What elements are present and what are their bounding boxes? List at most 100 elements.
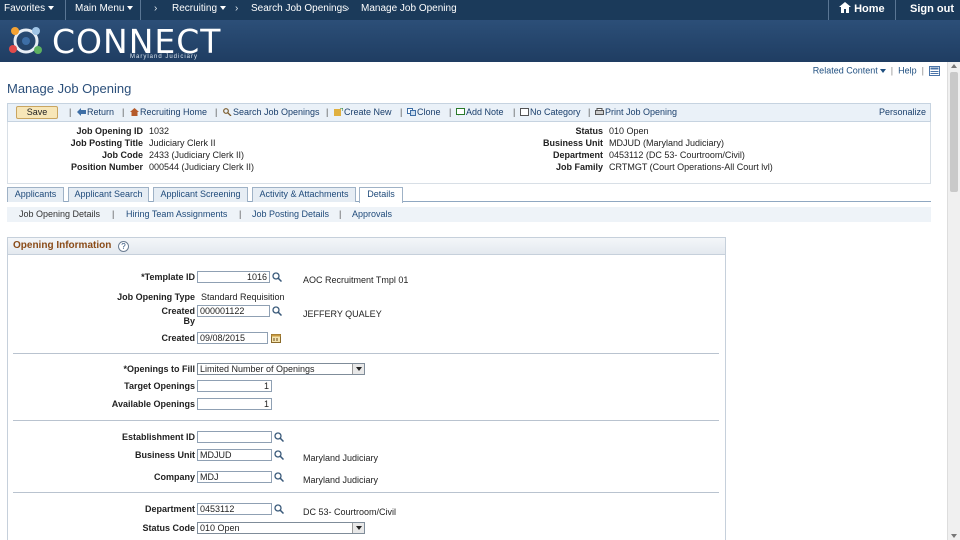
tab-details[interactable]: Details — [359, 187, 403, 203]
target-openings-input[interactable]: 1 — [197, 380, 272, 392]
establishment-id-input[interactable] — [197, 431, 272, 443]
job-posting-title-label: Job Posting Title — [70, 138, 143, 148]
business-unit-value: MDJUD (Maryland Judiciary) — [609, 138, 725, 148]
lookup-icon[interactable] — [272, 272, 282, 282]
subtab-job-posting-details[interactable]: Job Posting Details — [252, 209, 329, 219]
sub-tab-bar: Job Opening Details | Hiring Team Assign… — [7, 207, 931, 222]
sign-out-link[interactable]: Sign out — [910, 0, 954, 20]
search-job-openings-button[interactable]: Search Job Openings — [223, 107, 320, 117]
section-header: Opening Information ? — [8, 238, 725, 255]
business-unit-input[interactable]: MDJUD — [197, 449, 272, 461]
related-content-label: Related Content — [812, 65, 878, 76]
create-new-button[interactable]: Create New — [334, 107, 392, 117]
lookup-icon[interactable] — [274, 504, 284, 514]
scroll-up-icon[interactable] — [951, 64, 957, 68]
department-label: Department — [552, 150, 603, 160]
tab-applicant-screening[interactable]: Applicant Screening — [153, 187, 248, 202]
openings-to-fill-select[interactable]: Limited Number of Openings — [197, 363, 365, 375]
lookup-icon[interactable] — [274, 450, 284, 460]
created-date-input[interactable]: 09/08/2015 — [197, 332, 268, 344]
job-opening-id-label: Job Opening ID — [76, 126, 144, 136]
util-divider: | — [888, 65, 896, 76]
no-category-button[interactable]: No Category — [520, 107, 581, 117]
scroll-down-icon[interactable] — [951, 534, 957, 538]
page-title: Manage Job Opening — [7, 81, 132, 96]
toolbar-divider: | — [326, 107, 329, 117]
tab-applicants[interactable]: Applicants — [7, 187, 64, 202]
create-new-icon — [334, 108, 343, 116]
connect-logo-icon — [9, 27, 42, 54]
save-button[interactable]: Save — [16, 106, 58, 119]
available-openings-input[interactable]: 1 — [197, 398, 272, 410]
create-new-label: Create New — [344, 107, 392, 117]
main-menu[interactable]: Main Menu — [75, 0, 134, 20]
status-code-select[interactable]: 010 Open — [197, 522, 365, 534]
tab-activity-attachments[interactable]: Activity & Attachments — [252, 187, 356, 202]
subtab-hiring-team-assignments[interactable]: Hiring Team Assignments — [126, 209, 227, 219]
job-family-label: Job Family — [555, 162, 603, 172]
favorites-label: Favorites — [4, 3, 46, 14]
position-number-value: 000544 (Judiciary Clerk II) — [149, 162, 255, 172]
section-title: Opening Information — [13, 240, 112, 251]
lookup-icon[interactable] — [274, 472, 284, 482]
business-unit-label: Business Unit — [542, 138, 603, 148]
job-opening-summary: Job Opening ID 1032 Job Posting Title Ju… — [7, 122, 931, 184]
template-id-input[interactable]: 1016 — [197, 271, 270, 283]
job-posting-title-value: Judiciary Clerk II — [149, 138, 216, 148]
status-code-value: 010 Open — [200, 523, 240, 533]
recruiting-home-button[interactable]: Recruiting Home — [130, 107, 207, 117]
chevron-right-icon: › — [235, 3, 239, 14]
print-icon — [595, 108, 604, 115]
clone-label: Clone — [417, 107, 441, 117]
available-openings-label: Available Openings — [111, 399, 195, 409]
toolbar-divider: | — [588, 107, 591, 117]
return-label: Return — [87, 107, 115, 117]
scrollbar-thumb[interactable] — [950, 72, 958, 192]
return-button[interactable]: Return — [77, 107, 114, 117]
subtab-divider: | — [339, 209, 342, 219]
business-unit-description: Maryland Judiciary — [303, 453, 379, 463]
clone-button[interactable]: Clone — [407, 107, 441, 117]
subtab-job-opening-details[interactable]: Job Opening Details — [19, 209, 100, 219]
home-icon — [839, 2, 851, 13]
vertical-scrollbar[interactable] — [947, 62, 960, 540]
add-note-button[interactable]: Add Note — [456, 107, 504, 117]
template-description: AOC Recruitment Tmpl 01 — [303, 275, 409, 285]
personalize-link[interactable]: Personalize — [879, 107, 926, 117]
job-opening-type-value: Standard Requisition — [201, 292, 285, 302]
subtab-divider: | — [239, 209, 242, 219]
page-layout-icon[interactable] — [929, 65, 940, 76]
lookup-icon[interactable] — [272, 306, 282, 316]
department-field-label: Department — [144, 504, 195, 514]
help-icon[interactable]: ? — [118, 241, 129, 252]
job-opening-type-label: Job Opening Type — [117, 292, 195, 302]
toolbar-divider: | — [69, 107, 72, 117]
status-value: 010 Open — [609, 126, 649, 136]
home-link[interactable]: Home — [839, 0, 885, 20]
openings-to-fill-value: Limited Number of Openings — [200, 364, 315, 374]
util-divider: | — [919, 65, 927, 76]
logo-subtitle: Maryland Judiciary — [130, 54, 199, 60]
tab-applicant-search[interactable]: Applicant Search — [68, 187, 149, 202]
chevron-down-icon — [352, 523, 364, 533]
calendar-icon[interactable] — [271, 333, 281, 343]
created-by-label-line-2: By — [183, 316, 195, 326]
help-link[interactable]: Help — [898, 66, 917, 76]
department-description: DC 53- Courtroom/Civil — [303, 507, 397, 517]
company-input[interactable]: MDJ — [197, 471, 272, 483]
created-by-label: Created — [161, 306, 195, 316]
created-by-input[interactable]: 000001122 — [197, 305, 270, 317]
breadcrumb-manage-job-opening[interactable]: Manage Job Opening — [361, 0, 457, 20]
department-input[interactable]: 0453112 — [197, 503, 272, 515]
no-category-label: No Category — [530, 107, 581, 117]
breadcrumb-search-job-openings[interactable]: Search Job Openings — [251, 0, 347, 20]
favorites-menu[interactable]: Favorites — [4, 0, 55, 20]
lookup-icon[interactable] — [274, 432, 284, 442]
banner: CONNECT Maryland Judiciary — [0, 20, 960, 62]
subtab-approvals[interactable]: Approvals — [352, 209, 392, 219]
print-job-opening-button[interactable]: Print Job Opening — [595, 107, 677, 117]
job-code-label: Job Code — [101, 150, 143, 160]
related-content-link[interactable]: Related Content — [812, 65, 886, 76]
recruiting-home-label: Recruiting Home — [140, 107, 208, 117]
breadcrumb-recruiting[interactable]: Recruiting — [172, 0, 227, 20]
